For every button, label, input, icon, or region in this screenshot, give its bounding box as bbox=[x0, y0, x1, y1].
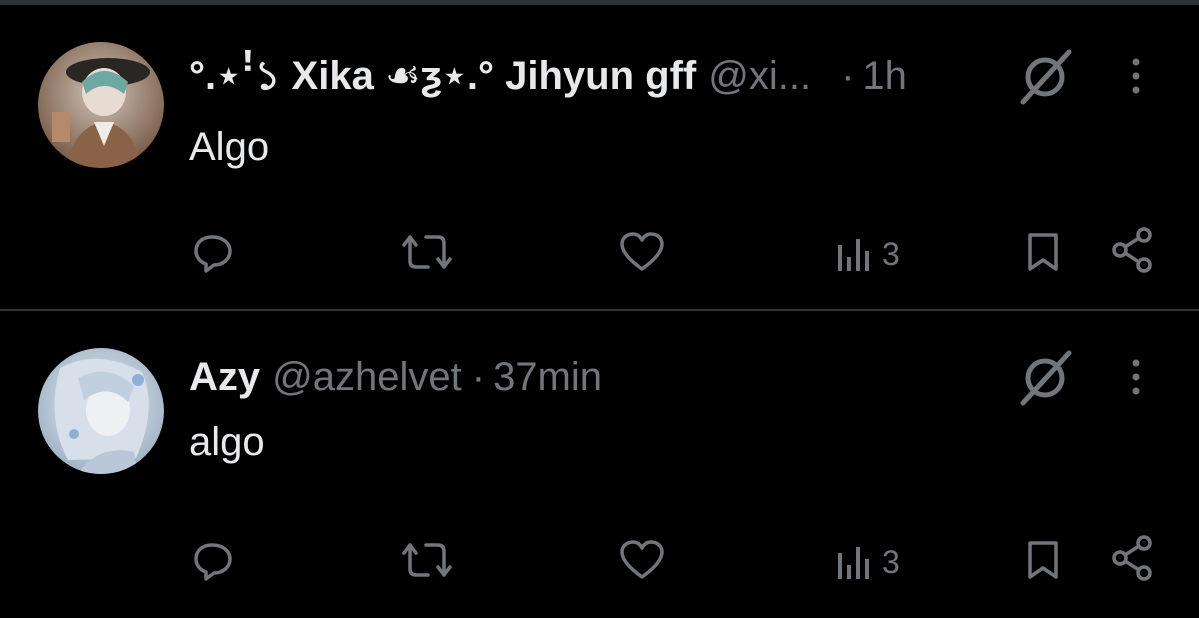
like-icon bbox=[620, 540, 664, 579]
display-name[interactable]: °.⋆ꜝ১ Xika ☙ƺ⋆.° Jihyun gff bbox=[189, 46, 696, 106]
more-options-icon[interactable] bbox=[1124, 347, 1148, 407]
like-button[interactable] bbox=[618, 228, 666, 276]
views-count: 3 bbox=[882, 235, 900, 272]
timestamp[interactable]: 1h bbox=[862, 46, 907, 106]
views-count: 3 bbox=[882, 543, 900, 580]
retweet-icon bbox=[402, 543, 452, 577]
views-icon bbox=[838, 239, 869, 271]
avatar-image bbox=[38, 42, 164, 168]
tweet-2[interactable]: Azy @azhelvet · 37min algo 3 bbox=[0, 311, 1199, 618]
separator-dot: · bbox=[841, 54, 855, 98]
views-button[interactable]: 3 bbox=[834, 230, 900, 278]
bookmark-button[interactable] bbox=[1022, 536, 1064, 584]
display-name[interactable]: Azy bbox=[189, 347, 260, 407]
grok-icon[interactable] bbox=[1015, 46, 1075, 106]
like-icon bbox=[620, 232, 664, 271]
more-options-icon[interactable] bbox=[1124, 46, 1148, 106]
tweet-header: °.⋆ꜝ১ Xika ☙ƺ⋆.° Jihyun gff @xi... · 1h bbox=[189, 46, 907, 106]
like-button[interactable] bbox=[618, 536, 666, 584]
avatar[interactable] bbox=[38, 42, 164, 168]
tweet-text: algo bbox=[189, 420, 265, 464]
share-icon bbox=[1112, 535, 1152, 581]
grok-icon[interactable] bbox=[1015, 347, 1075, 407]
avatar-image bbox=[38, 348, 164, 474]
avatar[interactable] bbox=[38, 348, 164, 474]
tweet-text: Algo bbox=[189, 125, 270, 169]
tweet-1[interactable]: °.⋆ꜝ১ Xika ☙ƺ⋆.° Jihyun gff @xi... · 1h … bbox=[0, 0, 1199, 310]
share-button[interactable] bbox=[1108, 534, 1156, 582]
reply-button[interactable] bbox=[190, 228, 236, 276]
reply-icon bbox=[194, 235, 232, 273]
user-handle[interactable]: @azhelvet bbox=[272, 347, 462, 407]
bookmark-icon bbox=[1028, 541, 1058, 579]
retweet-button[interactable] bbox=[400, 228, 454, 276]
views-icon bbox=[838, 547, 869, 579]
reply-icon bbox=[194, 543, 232, 581]
retweet-button[interactable] bbox=[400, 536, 454, 584]
timestamp[interactable]: 37min bbox=[493, 347, 602, 407]
retweet-icon bbox=[402, 235, 452, 269]
views-button[interactable]: 3 bbox=[834, 538, 900, 586]
share-button[interactable] bbox=[1108, 226, 1156, 274]
share-icon bbox=[1112, 227, 1152, 273]
separator-dot: · bbox=[471, 355, 486, 399]
user-handle[interactable]: @xi... bbox=[708, 46, 811, 106]
bookmark-icon bbox=[1028, 233, 1058, 271]
tweet-header: Azy @azhelvet · 37min bbox=[189, 347, 602, 407]
reply-button[interactable] bbox=[190, 536, 236, 584]
bookmark-button[interactable] bbox=[1022, 228, 1064, 276]
